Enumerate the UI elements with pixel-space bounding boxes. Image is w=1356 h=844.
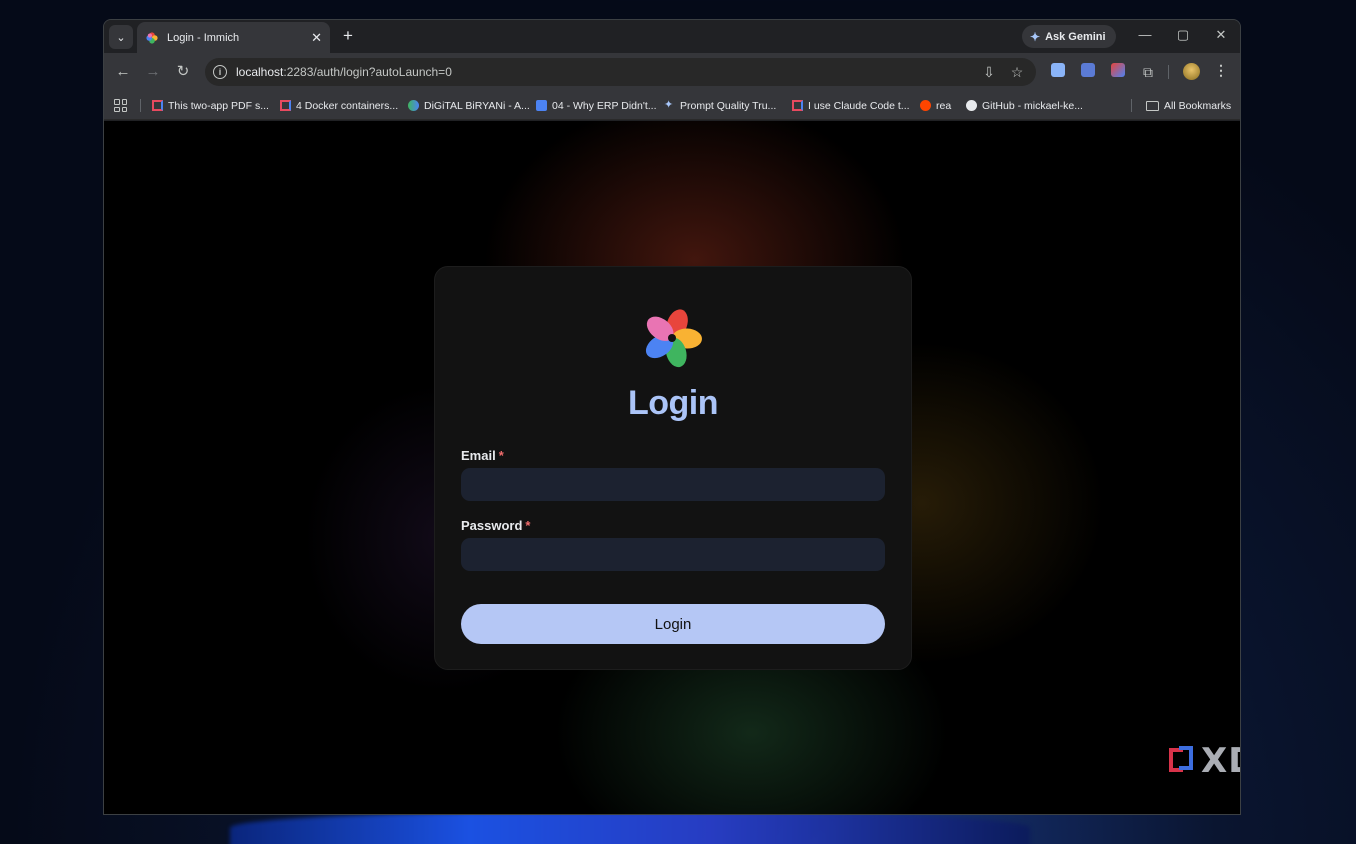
- folder-icon: [1146, 100, 1159, 111]
- bookmark-item[interactable]: This two-app PDF s...: [152, 91, 269, 120]
- extensions-puzzle-icon[interactable]: ⧉: [1138, 62, 1158, 82]
- immich-favicon-icon: [146, 31, 158, 44]
- url-path: :2283/auth/login?autoLaunch=0: [283, 65, 452, 79]
- tab-close-icon[interactable]: ✕: [311, 30, 322, 46]
- url-host: localhost: [236, 65, 284, 79]
- xda-watermark: XDA: [1169, 741, 1240, 781]
- maximize-icon[interactable]: ▢: [1173, 27, 1193, 43]
- bookmark-item[interactable]: 4 Docker containers...: [280, 91, 398, 120]
- login-card: Login Email * Password * Login: [434, 266, 912, 670]
- toolbar: ← → ↻ i localhost:2283/auth/login?autoLa…: [104, 53, 1240, 91]
- colorful-extension-icon[interactable]: [1111, 63, 1125, 77]
- install-app-icon[interactable]: ⇩: [981, 64, 997, 81]
- google-docs-favicon-icon: [536, 100, 547, 111]
- bookmark-star-icon[interactable]: ☆: [1009, 64, 1025, 81]
- gemini-favicon-icon: ✦: [664, 99, 674, 111]
- ask-gemini-button[interactable]: ✦ Ask Gemini: [1022, 25, 1116, 48]
- tab-title: Login - Immich: [167, 31, 240, 44]
- xda-favicon-icon: [152, 100, 163, 111]
- bookmark-label: GitHub - mickael-ke...: [982, 99, 1083, 112]
- bookmarks-bar: This two-app PDF s... 4 Docker container…: [104, 91, 1240, 120]
- bookmark-item[interactable]: rea: [920, 91, 951, 120]
- gemini-sparkle-icon: ✦: [1030, 29, 1041, 44]
- bookmark-label: This two-app PDF s...: [168, 99, 269, 112]
- email-label: Email *: [461, 448, 504, 463]
- shield-extension-icon[interactable]: [1081, 63, 1095, 77]
- bookmark-label: 04 - Why ERP Didn't...: [552, 99, 657, 112]
- password-label: Password *: [461, 518, 530, 533]
- reload-icon[interactable]: ↻: [173, 62, 193, 82]
- bookmark-label: rea: [936, 99, 952, 112]
- bookmarks-divider: [1131, 99, 1132, 112]
- tab-search-chevron-icon[interactable]: ⌄: [109, 25, 133, 49]
- window-close-icon[interactable]: ✕: [1211, 27, 1231, 43]
- new-tab-plus-icon[interactable]: +: [338, 26, 358, 46]
- profile-avatar[interactable]: [1183, 63, 1200, 80]
- browser-menu-icon[interactable]: ⋮: [1214, 62, 1228, 79]
- login-button[interactable]: Login: [461, 604, 885, 644]
- address-bar[interactable]: i localhost:2283/auth/login?autoLaunch=0…: [205, 58, 1036, 86]
- xda-favicon-icon: [792, 100, 803, 111]
- required-asterisk: *: [525, 518, 531, 533]
- apps-grid-icon[interactable]: [114, 99, 127, 112]
- url-text[interactable]: localhost:2283/auth/login?autoLaunch=0: [236, 65, 452, 79]
- tab-strip: ⌄ Login - Immich ✕ + ✦ Ask Gemini — ▢ ✕: [104, 20, 1240, 53]
- email-label-text: Email: [461, 448, 496, 463]
- xda-favicon-icon: [280, 100, 291, 111]
- back-arrow-icon[interactable]: ←: [113, 62, 133, 82]
- required-asterisk: *: [498, 448, 504, 463]
- ask-gemini-label: Ask Gemini: [1045, 30, 1106, 43]
- docs-extension-icon[interactable]: [1051, 63, 1065, 77]
- password-field[interactable]: [461, 538, 885, 571]
- github-favicon-icon: [966, 100, 977, 111]
- bookmark-label: DiGiTAL BiRYANi - A...: [424, 99, 530, 112]
- bookmark-item[interactable]: I use Claude Code t...: [792, 91, 910, 120]
- page-title: Login: [627, 384, 719, 422]
- minimize-icon[interactable]: —: [1135, 27, 1155, 42]
- email-field[interactable]: [461, 468, 885, 501]
- xda-wordmark: XDA: [1201, 741, 1240, 781]
- xda-logo-icon: [1169, 746, 1195, 776]
- all-bookmarks-button[interactable]: All Bookmarks: [1146, 91, 1231, 120]
- bookmark-label: I use Claude Code t...: [808, 99, 910, 112]
- browser-window: ⌄ Login - Immich ✕ + ✦ Ask Gemini — ▢ ✕ …: [103, 19, 1241, 815]
- page-content: Login Email* Password* Login XDA: [104, 121, 1240, 814]
- tab-active[interactable]: Login - Immich ✕: [137, 22, 330, 53]
- reddit-favicon-icon: [920, 100, 931, 111]
- bookmark-label: 4 Docker containers...: [296, 99, 399, 112]
- bookmark-item[interactable]: ✦ Prompt Quality Tru...: [664, 91, 776, 120]
- bookmarks-divider: [140, 99, 141, 112]
- all-bookmarks-label: All Bookmarks: [1164, 99, 1232, 112]
- toolbar-divider: [1168, 65, 1169, 79]
- site-info-icon[interactable]: i: [213, 65, 227, 79]
- bookmark-item[interactable]: 04 - Why ERP Didn't...: [536, 91, 657, 120]
- bookmark-item[interactable]: GitHub - mickael-ke...: [966, 91, 1083, 120]
- bookmark-item[interactable]: DiGiTAL BiRYANi - A...: [408, 91, 530, 120]
- immich-logo-icon: [645, 309, 702, 368]
- password-label-text: Password: [461, 518, 523, 533]
- forward-arrow-icon[interactable]: →: [143, 62, 163, 82]
- wallpaper-bloom: [230, 812, 1030, 844]
- cloud-favicon-icon: [408, 100, 419, 111]
- bookmark-label: Prompt Quality Tru...: [680, 99, 777, 112]
